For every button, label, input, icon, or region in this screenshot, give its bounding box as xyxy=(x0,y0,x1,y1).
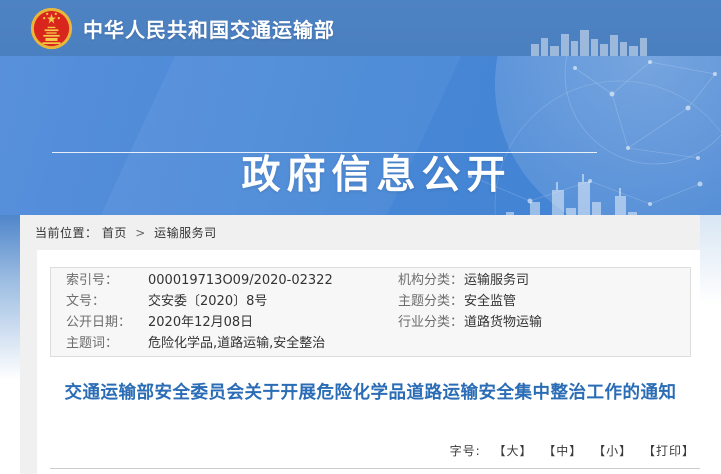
meta-label: 机构分类： xyxy=(398,270,464,291)
footer-divider xyxy=(50,468,700,469)
breadcrumb-label: 当前位置： xyxy=(35,226,98,240)
breadcrumb-home-link[interactable]: 首页 xyxy=(102,226,127,240)
banner: 政府信息公开 xyxy=(0,56,721,215)
content-card: 当前位置： 首页 > 运输服务司 索引号： 000019713O09/2020-… xyxy=(20,215,700,474)
meta-label: 主题分类： xyxy=(398,291,464,312)
skyline-decoration-small xyxy=(531,28,651,56)
page: 中华人民共和国交通运输部 xyxy=(0,0,721,474)
china-national-emblem-icon xyxy=(30,7,73,50)
font-size-label: 字号: xyxy=(450,444,481,458)
font-size-toolbar: 字号: 【大】 【中】 【小】 【打印】 xyxy=(450,442,695,459)
site-header: 中华人民共和国交通运输部 xyxy=(0,0,721,56)
meta-label: 公开日期： xyxy=(51,312,148,333)
meta-row: 主题词： 危险化学品,道路运输,安全整治 xyxy=(51,333,690,354)
banner-underline xyxy=(52,152,597,153)
meta-label: 主题词： xyxy=(51,333,148,354)
meta-row: 文号： 交安委〔2020〕8号 主题分类： 安全监管 xyxy=(51,291,690,312)
meta-value: 000019713O09/2020-02322 xyxy=(148,270,398,291)
left-edge-gradient xyxy=(0,215,20,380)
document-title: 交通运输部安全委员会关于开展危险化学品道路运输安全集中整治工作的通知 xyxy=(50,380,691,406)
meta-value: 2020年12月08日 xyxy=(148,312,398,333)
document-panel: 索引号： 000019713O09/2020-02322 机构分类： 运输服务司… xyxy=(37,250,700,474)
meta-value: 运输服务司 xyxy=(464,270,690,291)
font-large-button[interactable]: 【大】 xyxy=(493,444,532,458)
meta-value: 道路货物运输 xyxy=(464,312,690,333)
right-edge-gradient xyxy=(700,215,721,305)
meta-value: 安全监管 xyxy=(464,291,690,312)
meta-table: 索引号： 000019713O09/2020-02322 机构分类： 运输服务司… xyxy=(50,267,691,357)
font-small-button[interactable]: 【小】 xyxy=(593,444,632,458)
meta-value: 交安委〔2020〕8号 xyxy=(148,291,398,312)
meta-value: 危险化学品,道路运输,安全整治 xyxy=(148,333,398,354)
breadcrumb-separator: > xyxy=(135,226,146,240)
font-medium-button[interactable]: 【中】 xyxy=(543,444,582,458)
print-button[interactable]: 【打印】 xyxy=(643,444,695,458)
site-name: 中华人民共和国交通运输部 xyxy=(83,14,335,43)
meta-row: 索引号： 000019713O09/2020-02322 机构分类： 运输服务司 xyxy=(51,270,690,291)
breadcrumb: 当前位置： 首页 > 运输服务司 xyxy=(35,224,217,241)
meta-label: 行业分类： xyxy=(398,312,464,333)
meta-label: 文号： xyxy=(51,291,148,312)
meta-row: 公开日期： 2020年12月08日 行业分类： 道路货物运输 xyxy=(51,312,690,333)
meta-label: 索引号： xyxy=(51,270,148,291)
breadcrumb-dept-link[interactable]: 运输服务司 xyxy=(154,226,217,240)
